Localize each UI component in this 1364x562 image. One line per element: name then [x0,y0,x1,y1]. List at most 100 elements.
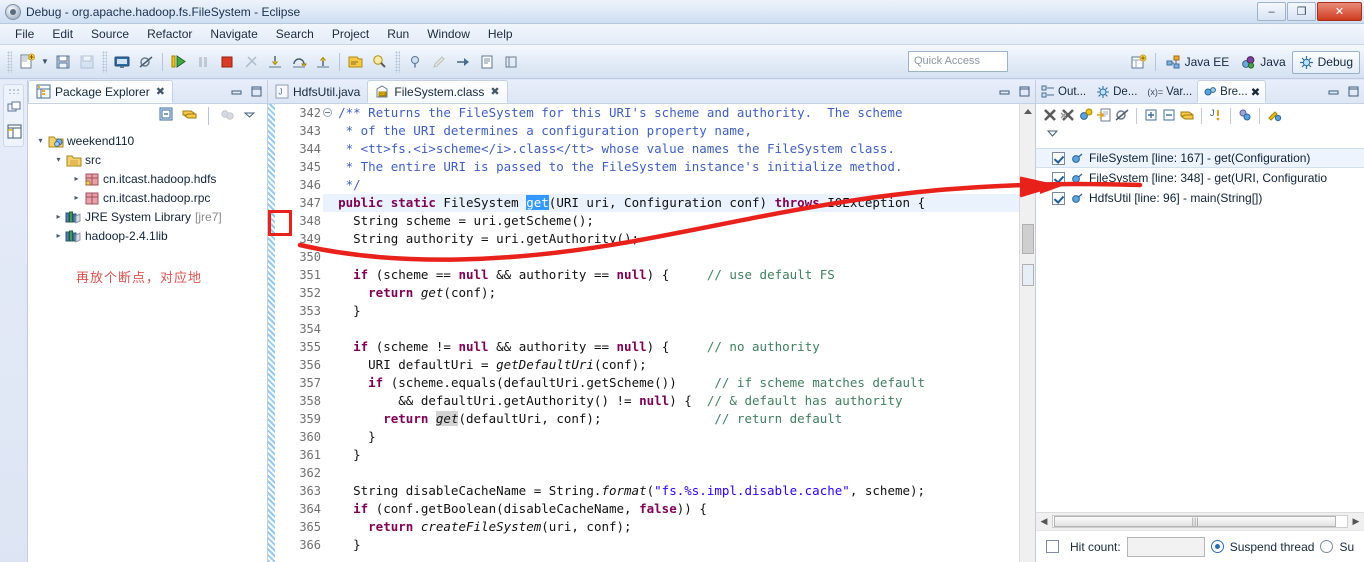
breakpoint-enabled-checkbox[interactable] [1052,191,1065,205]
menu-refactor[interactable]: Refactor [138,25,201,43]
code-line[interactable]: } [323,536,1019,554]
tab-package-explorer[interactable]: Package Explorer ✖ [28,80,173,103]
menu-edit[interactable]: Edit [43,25,82,43]
fast-view-grip[interactable] [8,88,19,94]
code-line[interactable]: * of the URI determines a configuration … [323,122,1019,140]
tree-item-cn-itcast-hadoop-hdfs[interactable]: ▸ cn.itcast.hadoop.hdfs [28,169,267,188]
remove-all-breakpoints-icon[interactable] [1060,107,1076,126]
next-annotation-icon[interactable] [452,51,474,73]
breakpoint-row[interactable]: FileSystem [line: 167] - get(Configurati… [1036,148,1364,168]
skip-breakpoints-icon[interactable] [135,51,157,73]
twisty-icon[interactable]: ▸ [70,174,83,183]
skip-all-breakpoints-icon[interactable] [1114,107,1130,126]
toolbar-grip-3[interactable] [394,50,400,73]
restore-button[interactable]: ❐ [1287,2,1316,21]
twisty-icon[interactable]: ▸ [70,193,83,202]
breakpoint-enabled-checkbox[interactable] [1052,171,1065,185]
maximize-breakpoints-icon[interactable] [1346,84,1360,98]
package-explorer-fast-view-icon[interactable] [4,120,24,142]
maximize-editor-icon[interactable] [1017,84,1031,98]
code-line[interactable]: String disableCacheName = String.format(… [323,482,1019,500]
scroll-left-icon[interactable]: ◀ [1036,516,1052,527]
hit-count-input[interactable] [1126,536,1205,557]
show-breakpoints-supported-icon[interactable] [1078,107,1094,126]
breakpoints-horizontal-scrollbar[interactable]: ◀ ▶ [1036,512,1364,530]
scroll-right-icon[interactable]: ▶ [1348,516,1364,527]
menu-navigate[interactable]: Navigate [201,25,266,43]
code-line[interactable]: return get(defaultUri, conf); // return … [323,410,1019,428]
code-line[interactable]: if (scheme == null && authority == null)… [323,266,1019,284]
minimize-editor-icon[interactable] [997,84,1011,98]
goto-file-for-breakpoint-icon[interactable] [1096,107,1112,126]
breakpoints-list[interactable]: FileSystem [line: 167] - get(Configurati… [1036,144,1364,512]
minimize-view-icon[interactable] [229,84,243,98]
twisty-icon[interactable]: ▸ [52,231,65,240]
tab-filesystem-class-close-icon[interactable]: ✖ [490,85,499,98]
scroll-thumb[interactable] [1022,224,1034,254]
breakpoint-enabled-checkbox[interactable] [1052,151,1065,165]
tab-variables[interactable]: (x)= Var... [1142,80,1197,103]
perspective-debug[interactable]: Debug [1291,50,1360,74]
tab-hdfsutil-java[interactable]: J HdfsUtil.java [268,80,367,103]
tab-outline[interactable]: Out... [1036,80,1091,103]
step-into-icon[interactable] [264,51,286,73]
code-line[interactable]: /** Returns the FileSystem for this URI'… [323,104,1019,122]
twisty-icon[interactable]: ▾ [52,155,65,164]
code-line[interactable] [323,248,1019,266]
breakpoints-view-menu-extra-icon[interactable] [1266,107,1282,126]
code-line[interactable]: } [323,302,1019,320]
code-line[interactable]: URI defaultUri = getDefaultUri(conf); [323,356,1019,374]
perspective-java-ee[interactable]: Java EE [1160,52,1236,73]
breakpoint-row[interactable]: HdfsUtil [line: 96] - main(String[]) [1036,188,1364,208]
code-line[interactable]: } [323,446,1019,464]
perspective-java[interactable]: Java [1235,52,1291,73]
code-line[interactable]: * The entire URI is passed to the FileSy… [323,158,1019,176]
menu-run[interactable]: Run [378,25,418,43]
toggle-mark-occurrences-icon[interactable] [500,51,522,73]
restore-perspective-icon[interactable] [4,96,24,118]
scroll-up-icon[interactable] [1023,109,1032,114]
twisty-icon[interactable]: ▸ [52,212,65,221]
overview-marker[interactable] [1022,264,1034,286]
code-line[interactable]: if (scheme.equals(defaultUri.getScheme()… [323,374,1019,392]
minimize-button[interactable]: – [1257,2,1286,21]
tree-item-weekend110[interactable]: ▾ weekend110 [28,131,267,150]
menu-source[interactable]: Source [82,25,138,43]
tab-package-explorer-close-icon[interactable]: ✖ [156,85,165,98]
new-wizard-dropdown-icon[interactable]: ▼ [41,57,49,66]
tree-item-hadoop-lib[interactable]: ▸ hadoop-2.4.1lib [28,226,267,245]
toolbar-grip-2[interactable] [101,50,107,73]
link-with-editor-icon[interactable] [181,106,198,126]
link-with-debug-view-icon[interactable] [1179,107,1195,126]
code-line[interactable]: if (conf.getBoolean(disableCacheName, fa… [323,500,1019,518]
tree-item-jre-system-library[interactable]: ▸ JRE System Library [jre7] [28,207,267,226]
breakpoint-working-sets-icon[interactable] [1237,107,1253,126]
resume-icon[interactable] [168,51,190,73]
editor-vertical-scrollbar[interactable] [1019,104,1035,562]
tab-filesystem-class[interactable]: 010 FileSystem.class ✖ [367,80,508,103]
code-line[interactable]: && defaultUri.getAuthority() != null) { … [323,392,1019,410]
code-line[interactable]: * <tt>fs.<i>scheme</i>.class</tt> whose … [323,140,1019,158]
source-code-view[interactable]: /** Returns the FileSystem for this URI'… [323,104,1019,562]
suspend-vm-radio[interactable] [1320,540,1334,553]
search-icon[interactable] [369,51,391,73]
quick-access-input[interactable]: Quick Access [908,51,1008,72]
tree-item-cn-itcast-hadoop-rpc[interactable]: ▸ cn.itcast.hadoop.rpc [28,188,267,207]
menu-project[interactable]: Project [323,25,378,43]
collapse-all-icon[interactable] [1161,107,1177,126]
terminate-icon[interactable] [216,51,238,73]
tab-breakpoints[interactable]: Bre... ✖ [1197,80,1267,103]
menu-file[interactable]: File [6,25,43,43]
view-menu-icon[interactable] [242,107,257,125]
console-icon[interactable] [111,51,133,73]
save-icon[interactable] [52,51,74,73]
tab-breakpoints-close-icon[interactable]: ✖ [1251,85,1261,99]
code-line[interactable]: */ [323,176,1019,194]
menu-help[interactable]: Help [479,25,522,43]
suspend-thread-radio[interactable] [1210,540,1224,553]
hit-count-checkbox[interactable] [1046,540,1059,553]
open-type-icon[interactable] [345,51,367,73]
open-perspective-icon[interactable] [1128,51,1150,73]
code-line[interactable] [323,464,1019,482]
add-java-exception-breakpoint-icon[interactable]: J [1208,107,1224,126]
